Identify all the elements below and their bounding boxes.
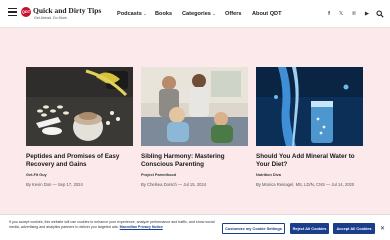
card-title-mineral-water[interactable]: Should You Add Mineral Water to Your Die… xyxy=(256,153,366,169)
privacy-notice-link[interactable]: Macmillan Privacy Notice xyxy=(120,225,163,229)
customize-cookies-button[interactable]: Customize my Cookie Settings xyxy=(222,223,285,234)
card-category-tag[interactable]: Nutrition Diva xyxy=(256,173,281,177)
siblings-photo xyxy=(141,67,248,146)
cookie-message: If you accept cookies, this website will… xyxy=(9,220,219,229)
reject-cookies-button[interactable]: Reject All Cookies xyxy=(290,223,329,234)
menu-icon[interactable] xyxy=(8,8,17,16)
search-icon[interactable] xyxy=(376,10,384,18)
cookie-message-text: If you accept cookies, this website will… xyxy=(9,220,215,229)
youtube-icon[interactable]: ▶ xyxy=(363,10,371,18)
nav-books-label: Books xyxy=(155,10,173,17)
card-image-water[interactable] xyxy=(256,67,363,146)
card-title-peptides[interactable]: Peptides and Promises of Easy Recovery a… xyxy=(26,153,136,169)
accept-cookies-button[interactable]: Accept All Cookies xyxy=(333,223,375,234)
card-title-sibling-harmony[interactable]: Sibling Harmony: Mastering Conscious Par… xyxy=(141,153,251,169)
card-byline: By Monica Reinagel, MS, LD/N, CNS — Jul … xyxy=(256,182,355,187)
logo-subtitle: Get Ahead. Do More. xyxy=(34,16,68,20)
x-icon[interactable]: 𝕏 xyxy=(337,10,345,18)
close-icon[interactable]: ✕ xyxy=(380,225,385,232)
logo-mark[interactable]: QDT xyxy=(21,7,31,17)
card-category-tag[interactable]: Project Parenthood xyxy=(141,173,176,177)
chevron-down-icon: ⌄ xyxy=(143,10,147,16)
card-category-tag[interactable]: Get-Fit Guy xyxy=(26,173,47,177)
supplements-photo xyxy=(26,67,133,146)
nav-categories[interactable]: Categories ⌄ xyxy=(182,11,216,17)
cookie-banner: If you accept cookies, this website will… xyxy=(0,214,390,240)
pinterest-icon[interactable]: ℗ xyxy=(350,10,358,18)
card-image-supplements[interactable] xyxy=(26,67,133,146)
facebook-icon[interactable]: f xyxy=(325,10,333,18)
nav-categories-label: Categories xyxy=(182,10,211,17)
nav-about[interactable]: About QDT xyxy=(252,11,282,17)
nav-offers[interactable]: Offers xyxy=(225,11,241,17)
nav-podcasts[interactable]: Podcasts ⌄ xyxy=(117,11,147,17)
card-byline: By Chelsea Dorsch — Jul 15, 2024 xyxy=(141,182,207,187)
nav-offers-label: Offers xyxy=(225,10,242,17)
mineral-water-photo xyxy=(256,67,363,146)
logo-title[interactable]: Quick and Dirty Tips xyxy=(33,6,101,15)
nav-podcasts-label: Podcasts xyxy=(117,10,142,17)
card-byline: By Kevin Don — Sep 17, 2024 xyxy=(26,182,83,187)
nav-about-label: About QDT xyxy=(252,10,282,17)
nav-books[interactable]: Books xyxy=(155,11,172,17)
site-header: QDT Quick and Dirty Tips Get Ahead. Do M… xyxy=(0,0,390,28)
chevron-down-icon: ⌄ xyxy=(212,10,216,16)
card-image-siblings[interactable] xyxy=(141,67,248,146)
